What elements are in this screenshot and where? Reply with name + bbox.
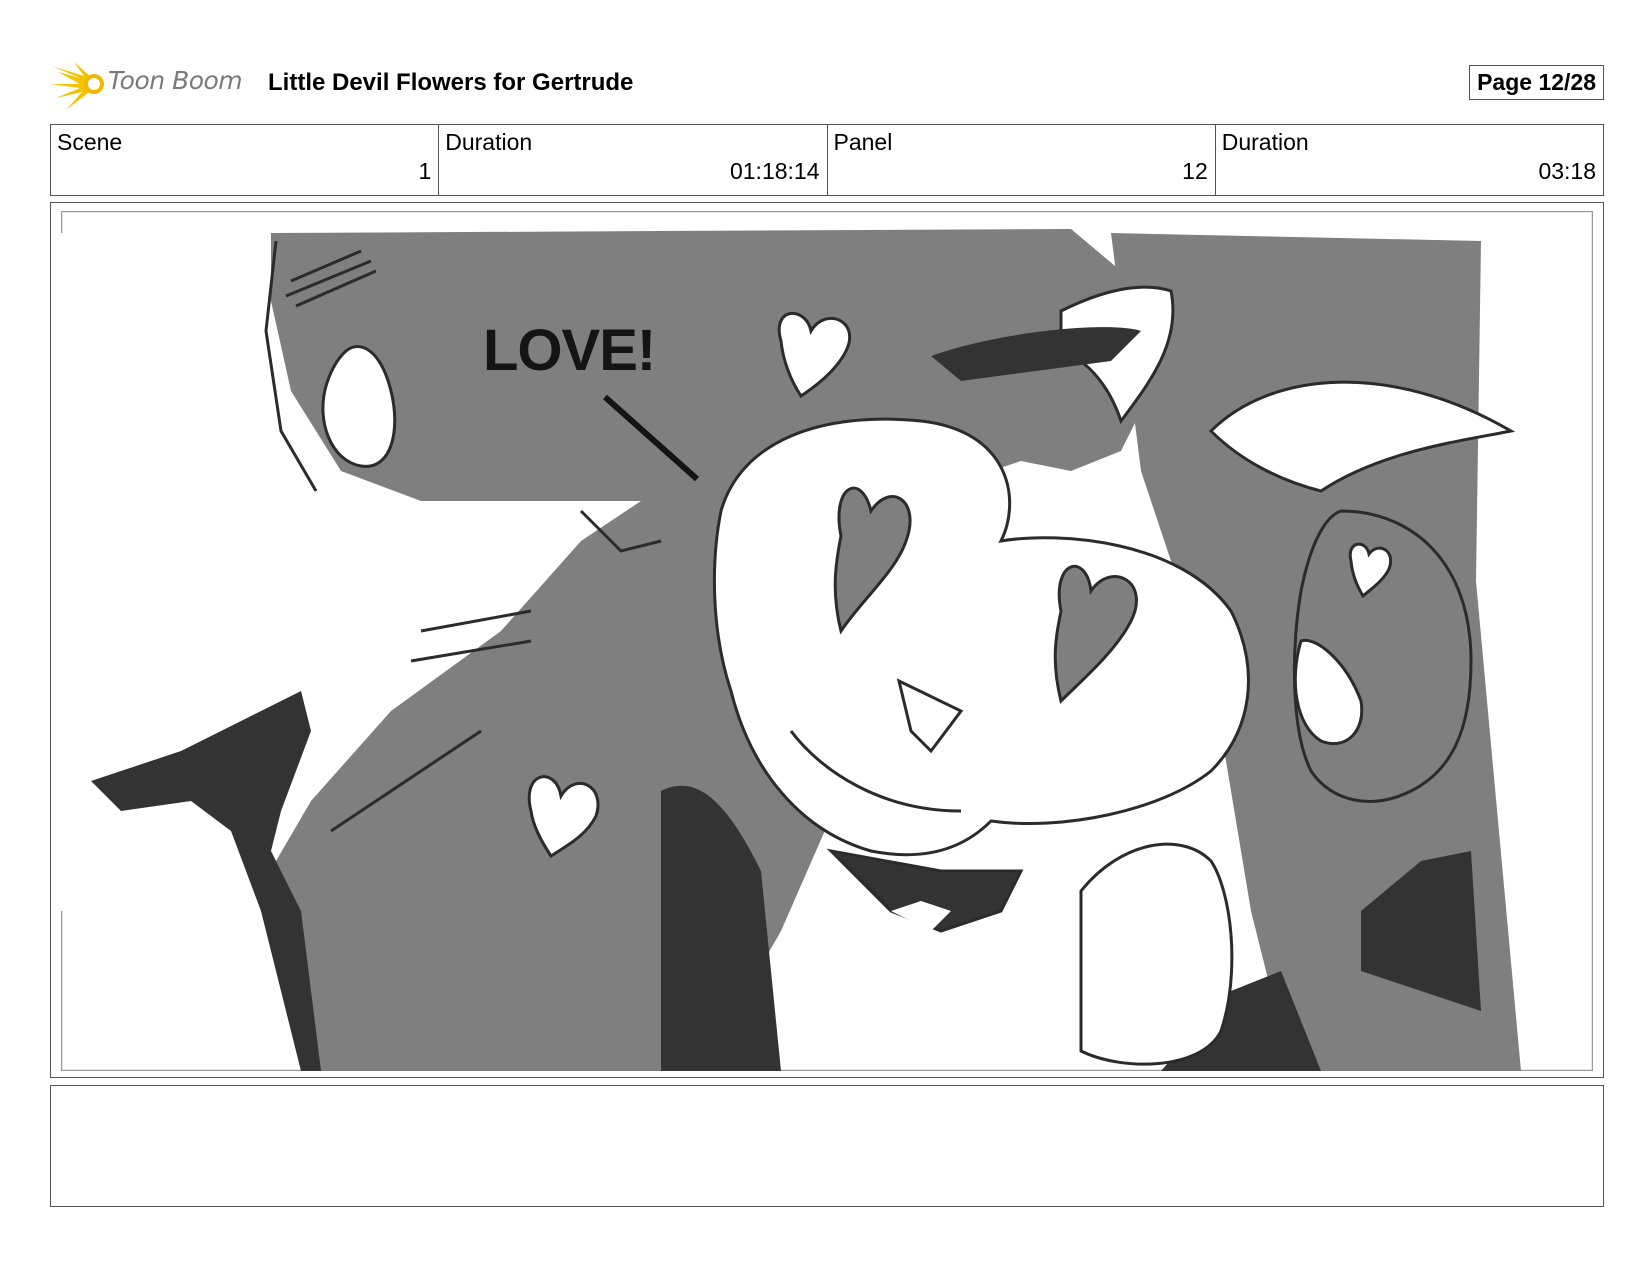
scene-cell: Scene 1 — [51, 125, 440, 195]
scene-duration-cell: Duration 01:18:14 — [439, 125, 828, 195]
panel-cell: Panel 12 — [828, 125, 1216, 195]
toon-boom-logo: Toon Boom — [50, 58, 250, 110]
document-title: Little Devil Flowers for Gertrude — [268, 69, 634, 96]
panel-value: 12 — [1182, 158, 1208, 184]
panel-sketch-image — [61, 211, 1593, 1071]
panel-label: Panel — [833, 129, 893, 155]
scene-duration-value: 01:18:14 — [729, 158, 820, 184]
scene-value: 1 — [418, 158, 432, 184]
flame-icon — [50, 62, 104, 110]
panel-duration-label: Duration — [1221, 129, 1309, 155]
scene-duration-label: Duration — [445, 129, 533, 155]
storyboard-panel: LOVE! — [50, 202, 1604, 1078]
panel-notes-box[interactable] — [50, 1085, 1604, 1207]
page-header: Toon Boom Little Devil Flowers for Gertr… — [50, 58, 1604, 110]
panel-duration-value: 03:18 — [1538, 158, 1596, 184]
scene-label: Scene — [57, 129, 123, 155]
panel-duration-cell: Duration 03:18 — [1216, 125, 1603, 195]
page-number: Page 12/28 — [1469, 65, 1604, 100]
logo-text: Toon Boom — [108, 66, 243, 95]
scene-info-table: Scene 1 Duration 01:18:14 Panel 12 Durat… — [50, 124, 1604, 196]
sound-effect-text: LOVE! — [483, 318, 656, 383]
